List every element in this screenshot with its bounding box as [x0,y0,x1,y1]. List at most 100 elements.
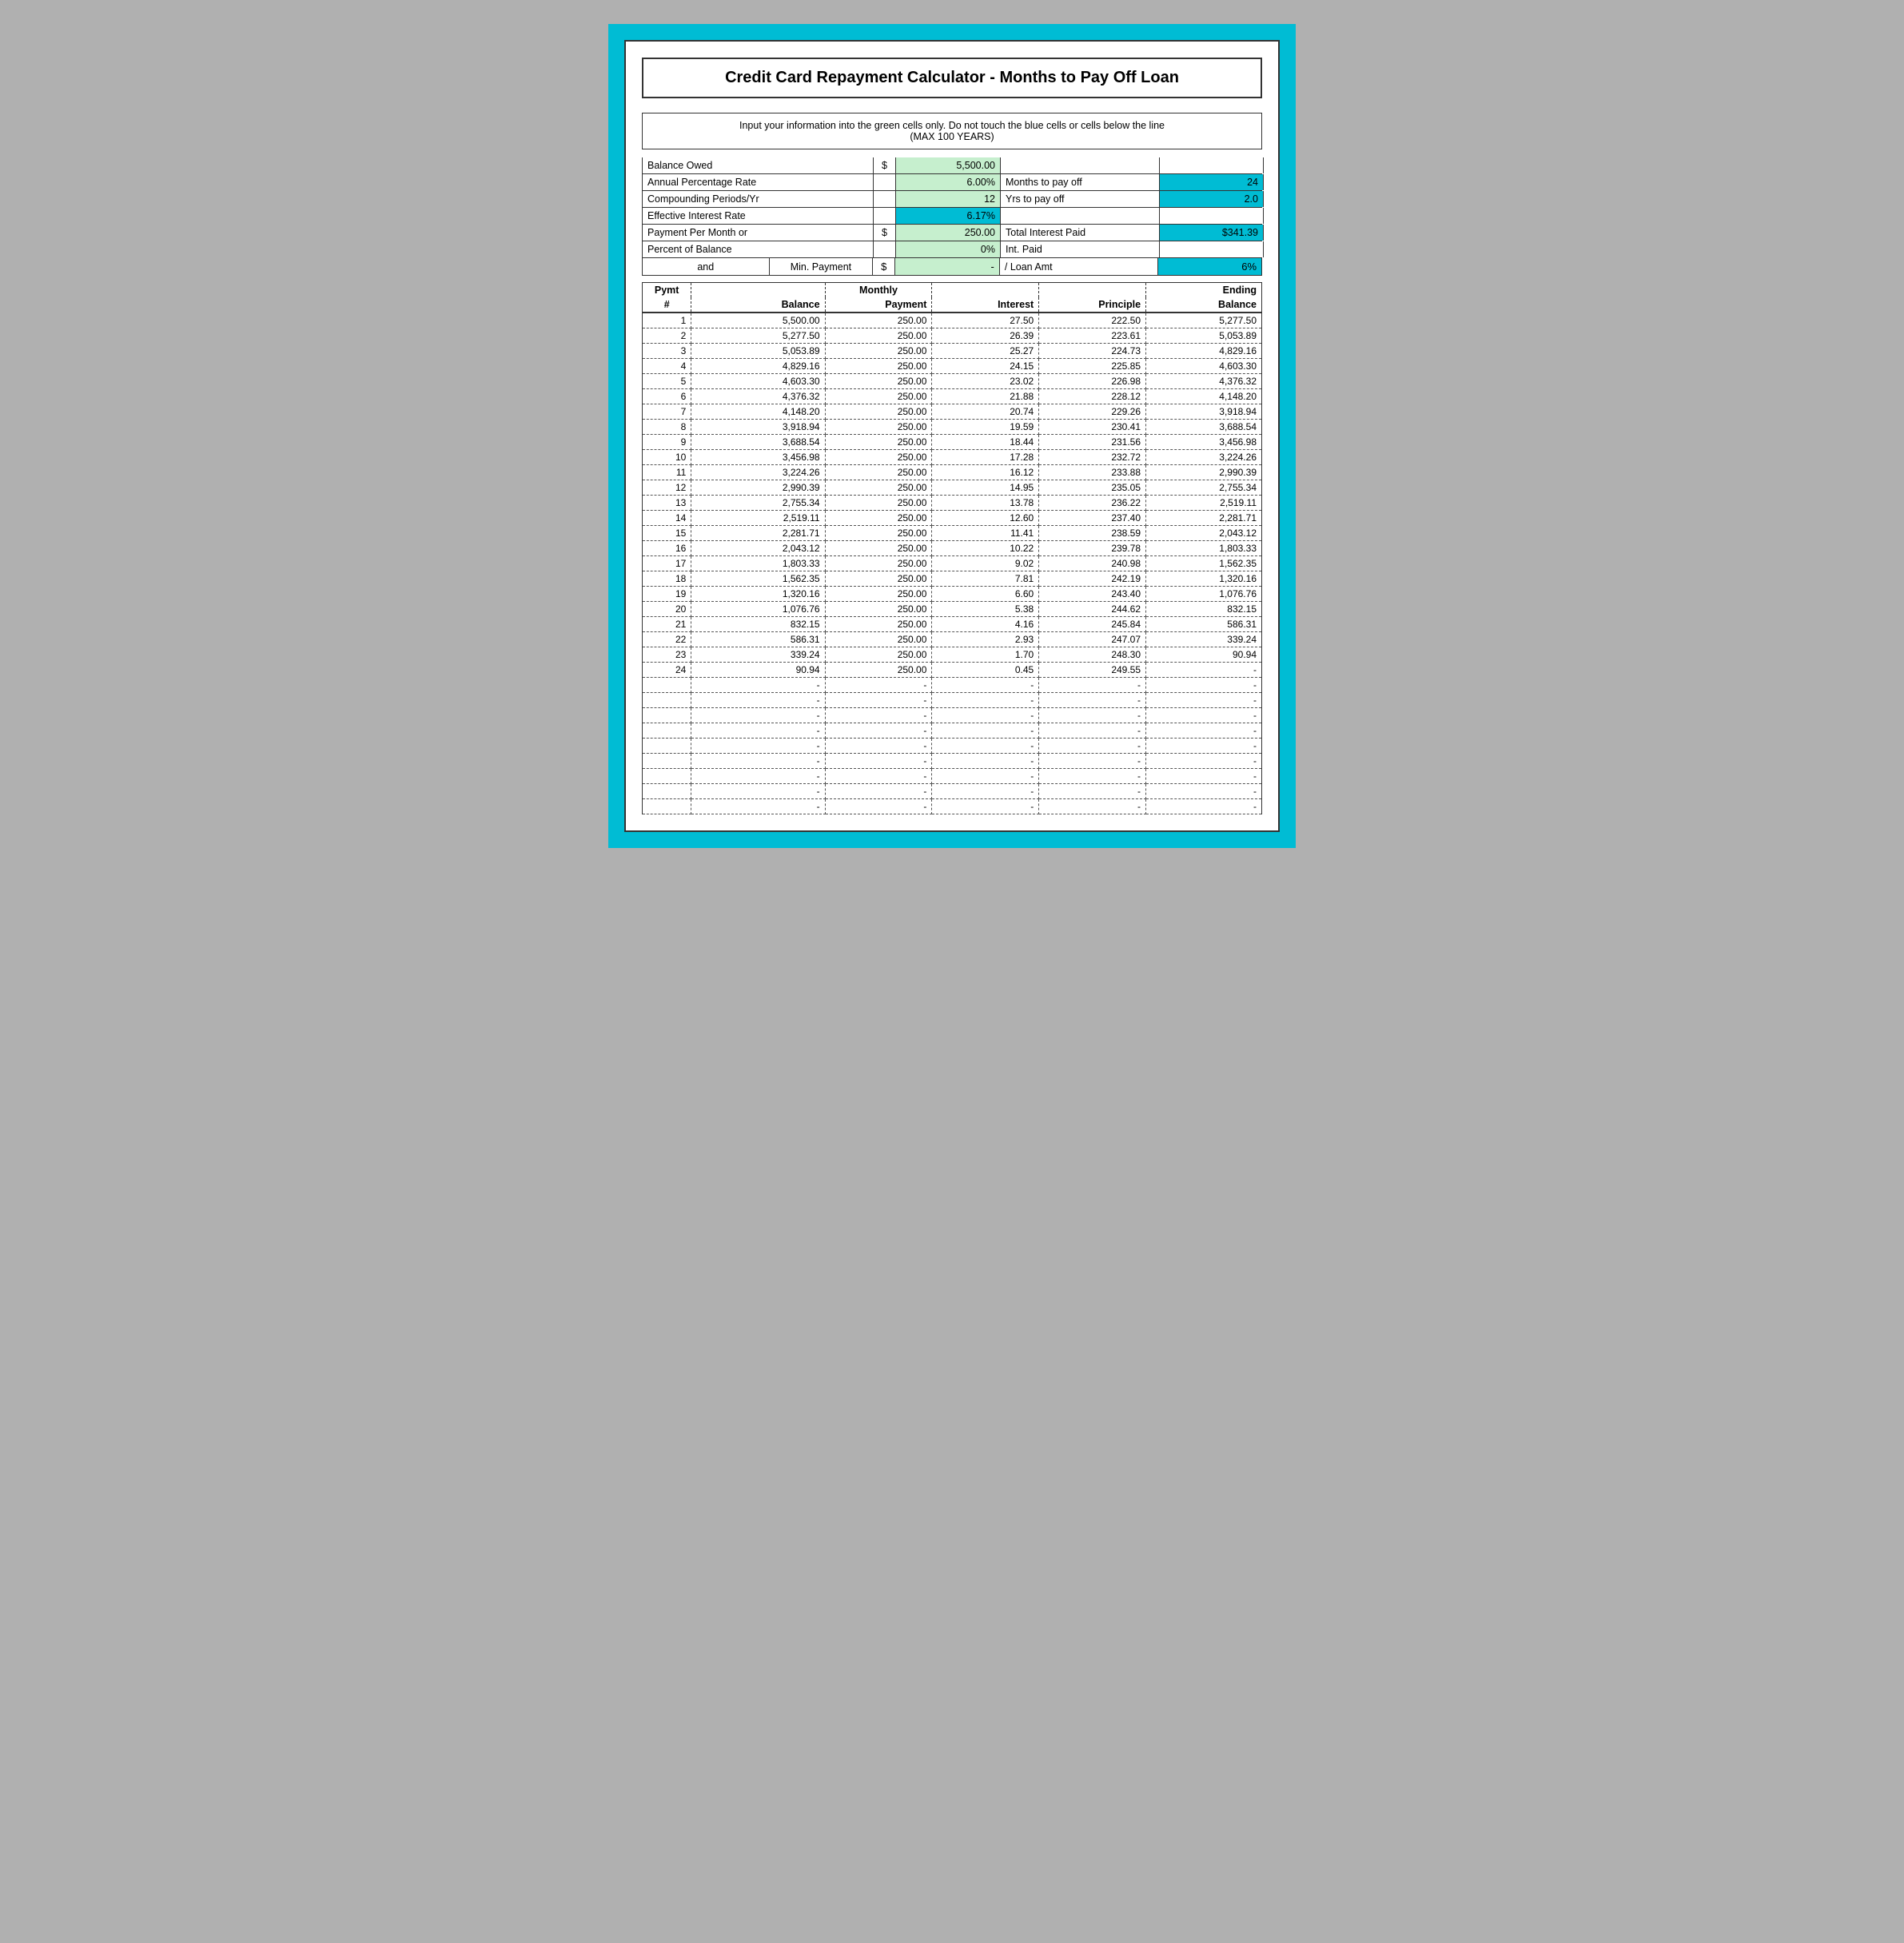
total-interest-label: Total Interest Paid [1000,225,1160,241]
cell-interest: 4.16 [932,617,1039,632]
cell-interest: 11.41 [932,526,1039,541]
table-row: 24 90.94 250.00 0.45 249.55 - [643,663,1262,678]
eir-value: 6.17% [896,208,1000,224]
cell-principle: - [1039,678,1146,693]
cell-ending: 2,755.34 [1146,480,1262,496]
cell-principle: 235.05 [1039,480,1146,496]
cell-interest: 2.93 [932,632,1039,647]
cell-balance: 2,281.71 [691,526,825,541]
cell-num: 20 [643,602,691,617]
table-row: 18 1,562.35 250.00 7.81 242.19 1,320.16 [643,571,1262,587]
compounding-value[interactable]: 12 [896,191,1000,207]
cell-principle: 245.84 [1039,617,1146,632]
min-value[interactable]: - [895,258,999,275]
table-row: - - - - - [643,769,1262,784]
percent-value[interactable]: 0% [896,241,1000,257]
cell-interest: 26.39 [932,328,1039,344]
cell-payment: 250.00 [825,556,932,571]
cell-principle: 242.19 [1039,571,1146,587]
cell-balance: - [691,784,825,799]
cell-balance: - [691,799,825,814]
percent-label: Percent of Balance [642,241,874,257]
cell-principle: 232.72 [1039,450,1146,465]
cell-ending: 339.24 [1146,632,1262,647]
title-box: Credit Card Repayment Calculator - Month… [642,58,1262,98]
apr-value[interactable]: 6.00% [896,174,1000,190]
apr-row: Annual Percentage Rate 6.00% Months to p… [642,174,1262,191]
cell-num [643,754,691,769]
cell-num: 3 [643,344,691,359]
cell-balance: - [691,708,825,723]
table-row: 21 832.15 250.00 4.16 245.84 586.31 [643,617,1262,632]
cell-interest: 17.28 [932,450,1039,465]
cell-num [643,678,691,693]
cell-payment: - [825,739,932,754]
cell-balance: 4,148.20 [691,404,825,420]
table-row: 6 4,376.32 250.00 21.88 228.12 4,148.20 [643,389,1262,404]
balance-value[interactable]: 5,500.00 [896,157,1000,173]
cell-principle: 236.22 [1039,496,1146,511]
cell-balance: 2,990.39 [691,480,825,496]
cell-ending: 2,990.39 [1146,465,1262,480]
cell-balance: 5,277.50 [691,328,825,344]
compounding-label: Compounding Periods/Yr [642,191,874,207]
th-blank3 [1039,283,1146,298]
cell-payment: - [825,754,932,769]
cell-payment: - [825,708,932,723]
instruction-line1: Input your information into the green ce… [652,120,1252,131]
cell-interest: 14.95 [932,480,1039,496]
cell-balance: 2,519.11 [691,511,825,526]
table-row: 3 5,053.89 250.00 25.27 224.73 4,829.16 [643,344,1262,359]
table-row: 5 4,603.30 250.00 23.02 226.98 4,376.32 [643,374,1262,389]
cell-interest: 23.02 [932,374,1039,389]
th-blank1 [691,283,825,298]
amortization-table: Pymt Monthly Ending # Balance Payment In… [642,282,1262,814]
cell-balance: 3,224.26 [691,465,825,480]
months-value: 24 [1160,174,1264,190]
cell-num: 21 [643,617,691,632]
apr-dollar-empty [874,174,896,190]
cell-interest: - [932,723,1039,739]
cell-payment: 250.00 [825,480,932,496]
cell-payment: - [825,723,932,739]
cell-interest: - [932,693,1039,708]
th-balance: Balance [691,297,825,313]
yrs-label: Yrs to pay off [1000,191,1160,207]
input-section: Balance Owed $ 5,500.00 Annual Percentag… [642,157,1262,276]
cell-balance: 90.94 [691,663,825,678]
int-paid-label: Int. Paid [1000,241,1160,257]
table-row: 14 2,519.11 250.00 12.60 237.40 2,281.71 [643,511,1262,526]
payment-row: Payment Per Month or $ 250.00 Total Inte… [642,225,1262,241]
percent-row: Percent of Balance 0% Int. Paid [642,241,1262,258]
cell-num: 2 [643,328,691,344]
cell-payment: - [825,784,932,799]
cell-balance: 1,320.16 [691,587,825,602]
apr-label: Annual Percentage Rate [642,174,874,190]
table-row: 7 4,148.20 250.00 20.74 229.26 3,918.94 [643,404,1262,420]
cell-balance: 5,500.00 [691,313,825,328]
cell-payment: 250.00 [825,389,932,404]
cell-interest: 24.15 [932,359,1039,374]
payment-value[interactable]: 250.00 [896,225,1000,241]
cell-payment: - [825,693,932,708]
cell-balance: - [691,739,825,754]
table-row: - - - - - [643,678,1262,693]
cell-principle: - [1039,723,1146,739]
cell-ending: - [1146,693,1262,708]
th-blank2 [932,283,1039,298]
table-row: 8 3,918.94 250.00 19.59 230.41 3,688.54 [643,420,1262,435]
cell-payment: 250.00 [825,511,932,526]
cell-balance: - [691,754,825,769]
cell-interest: 1.70 [932,647,1039,663]
percent-dollar-empty [874,241,896,257]
table-row: 2 5,277.50 250.00 26.39 223.61 5,053.89 [643,328,1262,344]
empty-right-1 [1000,157,1160,173]
table-row: 15 2,281.71 250.00 11.41 238.59 2,043.12 [643,526,1262,541]
cell-payment: 250.00 [825,313,932,328]
cell-balance: 5,053.89 [691,344,825,359]
empty-right-2 [1000,208,1160,224]
table-row: - - - - - [643,799,1262,814]
cell-balance: 1,562.35 [691,571,825,587]
cell-num: 11 [643,465,691,480]
cell-balance: 4,376.32 [691,389,825,404]
